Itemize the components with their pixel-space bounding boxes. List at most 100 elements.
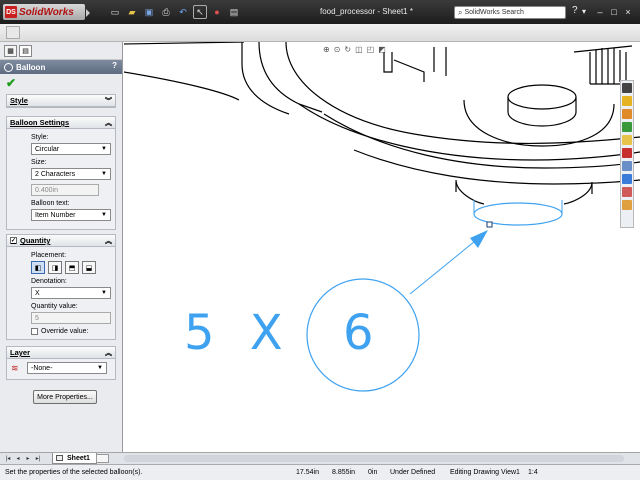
denotation-select[interactable]: X ▼ <box>31 287 111 299</box>
minimize-button[interactable]: – <box>594 5 606 18</box>
status-definition-state: Under Defined <box>390 469 436 476</box>
chevron-down-icon: ▼ <box>101 171 107 177</box>
drawing-canvas[interactable]: 5 X 6 ⊕ ⊙ ↻ ◫ ◰ ◩ <box>124 42 640 452</box>
layer-select[interactable]: -None- ▼ <box>27 362 107 374</box>
custom-properties-icon[interactable] <box>622 187 632 197</box>
notes-icon[interactable] <box>622 200 632 210</box>
pen-icon[interactable] <box>622 83 632 93</box>
document-title: food_processor - Sheet1 * <box>320 7 413 16</box>
ok-check-icon[interactable]: ✔ <box>6 76 16 90</box>
ok-row: ✔ <box>0 74 122 92</box>
chevron-up-icon[interactable]: ︽ <box>105 118 112 128</box>
zoom-to-fit-icon[interactable]: ⊕ <box>323 45 330 54</box>
style-group-header[interactable]: Style ︾ <box>7 95 115 107</box>
balloon-text-label: Balloon text: <box>31 200 70 207</box>
chevron-down-icon: ▼ <box>101 290 107 296</box>
new-icon[interactable]: ▭ <box>108 5 122 19</box>
chevron-up-icon[interactable]: ︽ <box>105 236 112 246</box>
status-y-coordinate: 8.855in <box>332 469 355 476</box>
drawing-view <box>124 42 640 392</box>
balloon-settings-header[interactable]: Balloon Settings ︽ <box>7 117 115 129</box>
style-select[interactable]: Circular ▼ <box>31 143 111 155</box>
denotation-label: Denotation: <box>31 278 67 285</box>
status-z-coordinate: 0in <box>368 469 378 476</box>
section-view-icon[interactable]: ◫ <box>355 45 363 54</box>
quantity-checkbox[interactable]: ✓ <box>10 237 17 244</box>
chevron-down-icon[interactable]: ︾ <box>105 96 112 106</box>
view-palette-icon[interactable] <box>622 161 632 171</box>
help-dropdown-icon[interactable]: ▾ <box>582 7 586 16</box>
display-style-icon[interactable]: ◩ <box>378 45 386 54</box>
denotation-value: X <box>35 289 40 297</box>
feature-tree-tab-icon[interactable]: ▦ <box>4 45 17 57</box>
placement-top-icon[interactable]: ⬒ <box>65 261 79 274</box>
menu-expand-icon[interactable] <box>86 9 90 17</box>
help-icon[interactable]: ? <box>112 61 117 70</box>
balloon-icon <box>4 62 13 72</box>
status-message: Set the properties of the selected ballo… <box>5 469 143 476</box>
maximize-button[interactable]: □ <box>608 5 620 18</box>
size-select[interactable]: 2 Characters ▼ <box>31 168 111 180</box>
search-input[interactable]: ⌕ SolidWorks Search <box>454 6 566 19</box>
custom-size-field[interactable]: 0.400in <box>31 184 99 196</box>
appearances-icon[interactable] <box>622 174 632 184</box>
balloon-quantity-text[interactable]: 5 X <box>184 305 293 361</box>
placement-label: Placement: <box>31 252 67 259</box>
next-sheet-button[interactable]: ▸ <box>24 454 32 463</box>
more-properties-button[interactable]: More Properties... <box>33 390 97 404</box>
layer-group: Layer ︽ ≋ -None- ▼ <box>6 346 116 380</box>
search-results-icon[interactable] <box>622 148 632 158</box>
tab-sheet1[interactable]: Sheet1 <box>52 453 97 464</box>
attachment-point-handle[interactable] <box>486 221 493 228</box>
design-library-icon[interactable] <box>622 122 632 132</box>
sheet-icon <box>56 455 63 461</box>
quantity-value-field[interactable]: 5 <box>31 312 111 324</box>
placement-buttons: ◧ ◨ ⬒ ⬓ <box>31 261 115 274</box>
balloon-text-value: Item Number <box>35 211 76 219</box>
layer-title: Layer <box>10 348 31 357</box>
size-select-value: 2 Characters <box>35 170 76 178</box>
file-explorer-icon[interactable] <box>622 135 632 145</box>
property-manager-tab-icon[interactable]: ▤ <box>19 45 32 57</box>
override-value-row[interactable]: Override value: <box>31 328 115 335</box>
balloon-settings-title: Balloon Settings <box>10 118 70 127</box>
balloon-settings-group: Balloon Settings ︽ Style: Circular ▼ Siz… <box>6 116 116 230</box>
layer-value: -None- <box>31 364 53 372</box>
style-group: Style ︾ <box>6 94 116 108</box>
options-icon[interactable]: ▤ <box>227 5 241 19</box>
resources-icon[interactable] <box>622 96 632 106</box>
add-sheet-icon[interactable] <box>96 454 109 463</box>
placement-left-icon[interactable]: ◧ <box>31 261 45 274</box>
save-icon[interactable] <box>6 26 20 39</box>
previous-sheet-button[interactable]: ◂ <box>14 454 22 463</box>
previous-view-icon[interactable]: ↻ <box>344 45 351 54</box>
close-button[interactable]: × <box>622 5 634 18</box>
balloon-text-select[interactable]: Item Number ▼ <box>31 209 111 221</box>
view-orientation-icon[interactable]: ◰ <box>367 45 375 54</box>
override-value-checkbox[interactable] <box>31 328 38 335</box>
size-label: Size: <box>31 159 47 166</box>
horizontal-scrollbar[interactable] <box>124 455 624 462</box>
home-icon[interactable] <box>622 109 632 119</box>
chevron-down-icon: ▼ <box>97 365 103 371</box>
print-icon[interactable]: ⎙ <box>159 5 173 19</box>
leader-arrowhead <box>470 230 488 248</box>
first-sheet-button[interactable]: |◂ <box>4 454 12 463</box>
select-icon[interactable]: ↖ <box>193 5 207 19</box>
style-group-title: Style <box>10 96 28 105</box>
save-icon[interactable]: ▣ <box>142 5 156 19</box>
rebuild-icon[interactable]: ● <box>210 5 224 19</box>
chevron-up-icon[interactable]: ︽ <box>105 348 112 358</box>
help-icon[interactable]: ? <box>572 5 578 16</box>
balloon-number-text[interactable]: 6 <box>343 305 374 361</box>
placement-right-icon[interactable]: ◨ <box>48 261 62 274</box>
standard-toolbar: ▭ ▰ ▣ ⎙ ↶ ↖ ● ▤ <box>108 5 241 19</box>
placement-bottom-icon[interactable]: ⬓ <box>82 261 96 274</box>
quantity-header[interactable]: ✓ Quantity ︽ <box>7 235 115 247</box>
open-icon[interactable]: ▰ <box>125 5 139 19</box>
undo-icon[interactable]: ↶ <box>176 5 190 19</box>
zoom-area-icon[interactable]: ⊙ <box>334 45 341 54</box>
last-sheet-button[interactable]: ▸| <box>34 454 42 463</box>
solidworks-logo[interactable]: DS SolidWorks <box>3 4 85 20</box>
layer-header[interactable]: Layer ︽ <box>7 347 115 359</box>
